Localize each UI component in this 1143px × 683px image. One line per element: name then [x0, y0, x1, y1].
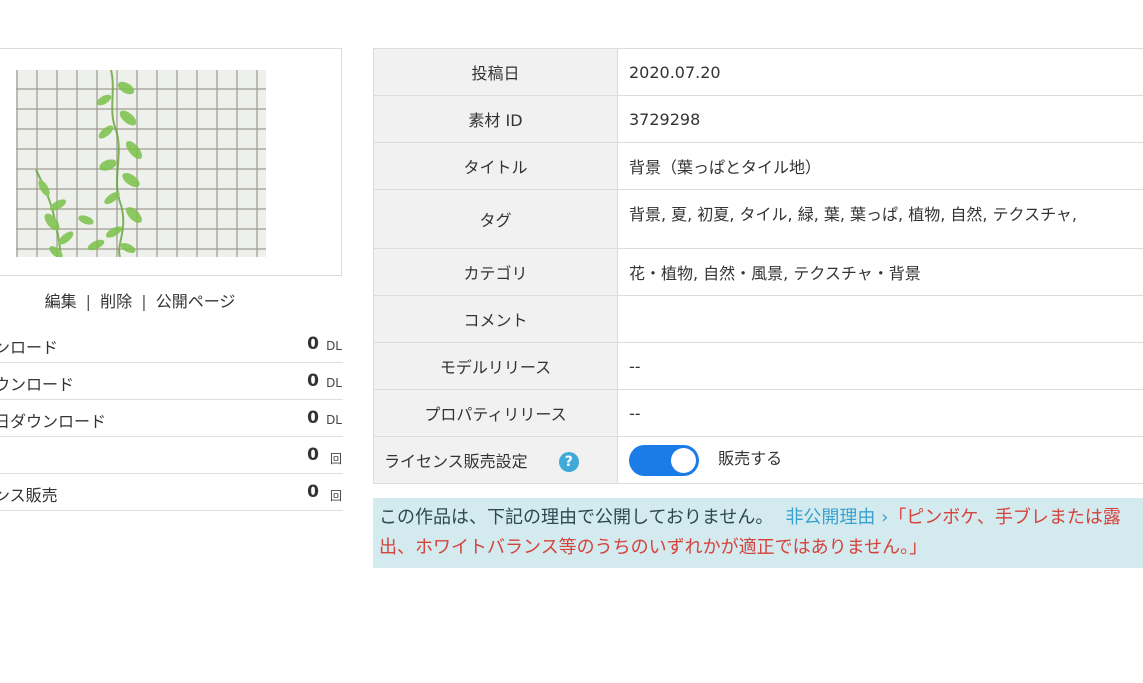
license-sale-toggle[interactable] [629, 444, 699, 476]
info-label: プロパティリリース [373, 389, 618, 437]
info-label: タグ [373, 189, 618, 249]
stat-unit: 回 [329, 452, 342, 466]
separator: | [141, 292, 147, 311]
info-value: 2020.07.20 [617, 48, 1143, 96]
info-label: モデルリリース [373, 342, 618, 390]
stat-label: ンロード [0, 338, 59, 357]
tags-list: 背景, 夏, 初夏, タイル, 緑, 葉, 葉っぱ, 植物, 自然, テクスチャ… [629, 205, 1077, 224]
info-row-material-id: 素材 ID 3729298 [373, 95, 1143, 143]
unpublished-notice: この作品は、下記の理由で公開しておりません。 非公開理由 ›「ピンボケ、手ブレまた… [373, 498, 1143, 568]
info-row-property-release: プロパティリリース -- [373, 389, 1143, 437]
stat-label: ウンロード [0, 375, 75, 394]
edit-link[interactable]: 編集 [45, 292, 77, 311]
stat-value: 0 [307, 445, 319, 465]
stats-list: ンロード 0 DL ウンロード 0 DL 日ダウンロード 0 DL 0 回 ンス… [0, 326, 343, 511]
info-value: 花・植物, 自然・風景, テクスチャ・背景 [617, 248, 1143, 296]
license-label-cell: ライセンス販売設定 ? [373, 436, 618, 484]
info-label: 素材 ID [373, 95, 618, 143]
public-page-link[interactable]: 公開ページ [156, 292, 236, 311]
info-value: -- [617, 342, 1143, 390]
info-label: タイトル [373, 142, 618, 190]
stat-row: 0 回 [0, 437, 343, 474]
material-actions: 編集 | 削除 | 公開ページ [0, 288, 280, 312]
stat-row: ウンロード 0 DL [0, 363, 343, 400]
delete-link[interactable]: 削除 [100, 292, 132, 311]
info-label: カテゴリ [373, 248, 618, 296]
stat-unit: DL [326, 339, 342, 353]
info-row-title: タイトル 背景（葉っぱとタイル地） [373, 142, 1143, 190]
unpublished-reason-link[interactable]: 非公開理由 › [785, 507, 888, 528]
stat-unit: DL [326, 376, 342, 390]
info-row-model-release: モデルリリース -- [373, 342, 1143, 390]
stat-label: 日ダウンロード [0, 412, 107, 431]
toggle-label: 販売する [718, 449, 783, 468]
info-row-tags: タグ 背景, 夏, 初夏, タイル, 緑, 葉, 葉っぱ, 植物, 自然, テク… [373, 189, 1143, 249]
info-row-post-date: 投稿日 2020.07.20 [373, 48, 1143, 96]
stat-label: ンス販売 [0, 486, 58, 505]
info-label: 投稿日 [373, 48, 618, 96]
tags-cell: 背景, 夏, 初夏, タイル, 緑, 葉, 葉っぱ, 植物, 自然, テクスチャ… [617, 189, 1143, 249]
info-value: 3729298 [617, 95, 1143, 143]
info-value: 背景（葉っぱとタイル地） [617, 142, 1143, 190]
info-label: ライセンス販売設定 [384, 451, 528, 471]
notice-message: この作品は、下記の理由で公開しておりません。 [379, 507, 774, 528]
stat-value: 0 [307, 482, 319, 502]
info-row-category: カテゴリ 花・植物, 自然・風景, テクスチャ・背景 [373, 248, 1143, 296]
separator: | [85, 292, 92, 311]
stat-value: 0 [307, 371, 319, 391]
leaf-vine-image [35, 70, 143, 257]
stat-row: 日ダウンロード 0 DL [0, 400, 343, 437]
info-value [617, 295, 1143, 343]
info-row-comment: コメント [373, 295, 1143, 343]
stat-value: 0 [307, 334, 319, 354]
material-info-table: 投稿日 2020.07.20 素材 ID 3729298 タイトル 背景（葉っぱ… [373, 48, 1143, 484]
stat-unit: 回 [329, 489, 342, 503]
info-row-license: ライセンス販売設定 ? 販売する [373, 436, 1143, 484]
material-thumbnail[interactable] [16, 70, 266, 257]
info-value: -- [617, 389, 1143, 437]
stat-unit: DL [326, 413, 342, 427]
help-icon[interactable]: ? [558, 452, 579, 473]
info-label: コメント [373, 295, 618, 343]
stat-row: ンロード 0 DL [0, 326, 343, 363]
license-cell: 販売する [617, 436, 1143, 484]
thumbnail-frame [0, 48, 342, 276]
stat-row: ンス販売 0 回 [0, 474, 343, 511]
stat-value: 0 [307, 408, 319, 428]
tags-wrapper: 背景, 夏, 初夏, タイル, 緑, 葉, 葉っぱ, 植物, 自然, テクスチャ… [629, 191, 1143, 248]
